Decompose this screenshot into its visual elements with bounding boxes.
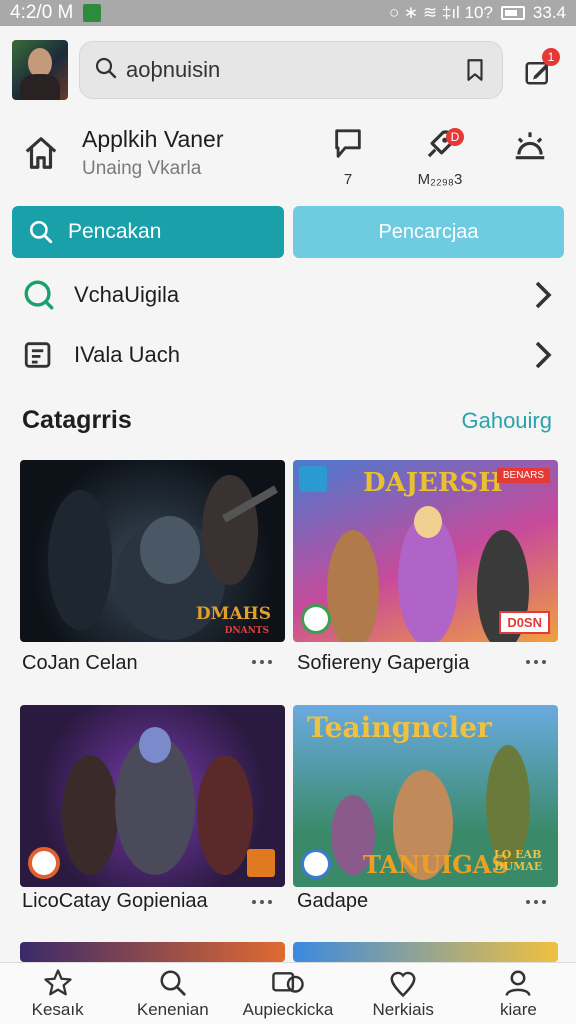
platform-icon: [28, 847, 60, 879]
nav-item-favorites[interactable]: Kesaık: [0, 963, 115, 1024]
sunrise-icon: [515, 132, 545, 160]
rocket-badge: D: [446, 128, 464, 146]
game-card-image[interactable]: [20, 705, 285, 887]
heart-pin-icon: [390, 971, 416, 997]
card-menu-button[interactable]: [244, 652, 280, 672]
card-corner-text: LO EAB DUMAE: [494, 848, 543, 873]
game-art: [62, 727, 253, 875]
home-icon: [25, 137, 57, 169]
notification-app-icon: [83, 4, 102, 22]
card-menu-button[interactable]: [518, 652, 554, 672]
status-bar: 4:2/0 M ○ ∗ ≋ ‡ıl 10? 33.4: [0, 0, 576, 26]
nav-label: Nerkiais: [372, 999, 434, 1019]
bottom-nav: Kesaık Kenenian Aupieckicka Nerkiais kia…: [0, 962, 576, 1024]
game-card-image[interactable]: [20, 942, 285, 962]
home-button[interactable]: [18, 130, 64, 176]
chevron-right-icon: [535, 281, 552, 309]
card-menu-button[interactable]: [244, 892, 280, 912]
avatar[interactable]: [12, 40, 68, 100]
rocket-action[interactable]: D M₂₂₉₈3: [410, 126, 470, 188]
nav-item-search[interactable]: Kenenian: [115, 963, 230, 1024]
top-bar: 1: [0, 28, 576, 110]
list-row-label: VchaUigila: [74, 282, 180, 307]
game-logo-icon: [247, 849, 275, 877]
search-icon: [160, 970, 186, 996]
card-art-title: DMAHS: [195, 604, 271, 624]
person-icon: [505, 970, 531, 996]
section-link[interactable]: Gahouirg: [461, 408, 552, 434]
game-card-image[interactable]: Teaingncler TANUIGAS LO EAB DUMAE: [293, 705, 558, 887]
nav-label: Kesaık: [31, 999, 84, 1019]
list-row-document[interactable]: IVala Uach: [0, 326, 576, 384]
gallery-icon: [272, 971, 304, 993]
bookmark-icon[interactable]: [462, 57, 488, 83]
nav-item-profile[interactable]: kiare: [461, 963, 576, 1024]
sunrise-action[interactable]: [500, 126, 560, 171]
card-title[interactable]: CoJan Celan: [22, 652, 138, 675]
card-art-title: DAJERSH: [363, 468, 503, 498]
secondary-button[interactable]: Pencarcjaa: [293, 206, 564, 258]
nav-label: kiare: [499, 999, 537, 1019]
search-icon: [29, 220, 53, 244]
game-card-image[interactable]: DMAHS DNANTS: [20, 460, 285, 642]
nav-item-places[interactable]: Nerkiais: [346, 963, 461, 1024]
game-logo-icon: [299, 466, 327, 492]
section-title: Catagrris: [22, 406, 132, 434]
nav-label: Kenenian: [136, 999, 209, 1019]
card-title[interactable]: Gadape: [297, 890, 368, 913]
search-bar[interactable]: [79, 41, 503, 99]
search-icon: [94, 56, 118, 85]
app-header: Applkih Vaner Unaing Vkarla 7 D M₂₂₉₈3: [0, 116, 576, 192]
chevron-right-icon: [535, 341, 552, 369]
app-title: Applkih Vaner: [82, 126, 224, 152]
primary-button-label: Pencakan: [68, 220, 162, 243]
primary-search-button[interactable]: Pencakan: [12, 206, 284, 258]
search-icon: [24, 280, 54, 310]
edit-badge: 1: [542, 48, 560, 66]
card-ribbon: BENARS: [496, 468, 550, 483]
status-indicators: ○ ∗ ≋ ‡ıl 10?: [388, 3, 493, 22]
card-art-subtitle: DNANTS: [224, 626, 269, 636]
game-card-image[interactable]: DAJERSH BENARS D0SN: [293, 460, 558, 642]
platform-icon: [301, 604, 331, 634]
game-card-image[interactable]: [293, 942, 558, 962]
chat-count: 7: [343, 171, 353, 188]
secondary-button-label: Pencarcjaa: [378, 220, 479, 243]
list-row-label: IVala Uach: [74, 342, 180, 367]
rocket-count: M₂₂₉₈3: [417, 171, 463, 188]
document-icon: [24, 342, 51, 368]
card-title[interactable]: Sofiereny Gapergia: [297, 652, 469, 675]
card-art-subtitle: TANUIGAS: [363, 850, 509, 879]
nav-label: Aupieckicka: [242, 999, 334, 1019]
card-art-subtitle: D0SN: [499, 611, 550, 634]
platform-icon: [301, 849, 331, 879]
chat-action[interactable]: 7: [318, 126, 378, 188]
battery-icon: [500, 6, 525, 20]
status-time: 4:2/0 M: [10, 2, 74, 23]
battery-level: 33.4: [532, 3, 566, 22]
card-art-title: Teaingncler: [307, 711, 492, 744]
app-subtitle: Unaing Vkarla: [82, 158, 202, 179]
star-icon: [43, 968, 72, 995]
search-input[interactable]: [126, 57, 462, 83]
card-menu-button[interactable]: [518, 892, 554, 912]
nav-item-gallery[interactable]: Aupieckicka: [230, 963, 345, 1024]
edit-button[interactable]: 1: [516, 48, 560, 94]
list-row-search[interactable]: VchaUigila: [0, 266, 576, 324]
chat-bubble-icon: [335, 129, 361, 158]
card-title[interactable]: LicoCatay Gopieniaa: [22, 890, 208, 913]
